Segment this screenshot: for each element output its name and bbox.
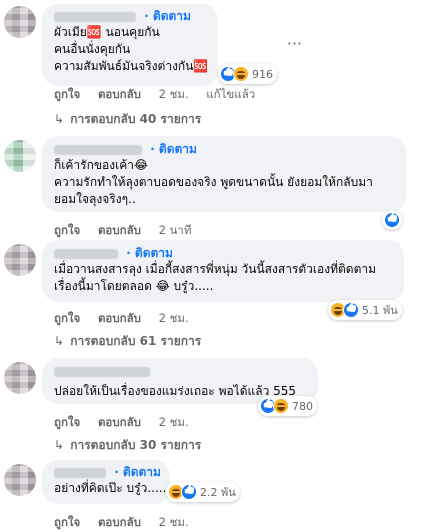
like-icon xyxy=(384,212,400,228)
timestamp[interactable]: 2 ชม. xyxy=(159,415,189,429)
view-replies-link[interactable]: ↳ การตอบกลับ 40 รายการ xyxy=(54,110,201,129)
replies-label: การตอบกลับ 30 รายการ xyxy=(70,438,202,452)
like-icon xyxy=(181,484,197,500)
author-row: · ติดตาม xyxy=(54,245,392,261)
comment-line: ก็เค้ารักของเค้า😂 xyxy=(54,158,149,172)
reply-arrow-icon: ↳ xyxy=(54,334,65,348)
comment-actions: ถูกใจ ตอบกลับ 2 ชม. xyxy=(54,310,203,328)
avatar[interactable] xyxy=(4,464,36,496)
author-name-redacted[interactable] xyxy=(54,11,136,22)
comment-line: คนอื่นนั่งคุยกัน xyxy=(54,42,131,56)
comment-actions: ถูกใจ ตอบกลับ 2 ชม. xyxy=(54,514,203,532)
reply-arrow-icon: ↳ xyxy=(54,438,65,452)
comment-actions: ถูกใจ ตอบกลับ 2 นาที xyxy=(54,222,205,240)
like-icon xyxy=(343,302,359,318)
author-row xyxy=(54,363,306,379)
haha-icon xyxy=(273,398,289,414)
author-name-redacted[interactable] xyxy=(54,366,150,377)
avatar[interactable] xyxy=(4,140,36,172)
edited-label: แก้ไขแล้ว xyxy=(206,87,256,101)
reaction-count: 5.1 พัน xyxy=(362,304,398,317)
reaction-summary[interactable] xyxy=(382,210,402,230)
view-replies-link[interactable]: ↳ การตอบกลับ 30 รายการ xyxy=(54,436,201,455)
comment-line: เมื่อวานสงสารลุง เมื่อกี้สงสารพี่หนุ่ม ว… xyxy=(54,262,377,276)
comment-actions: ถูกใจ ตอบกลับ 2 ชม. xyxy=(54,414,203,432)
author-name-redacted[interactable] xyxy=(54,144,142,155)
author-name-redacted[interactable] xyxy=(54,248,118,259)
author-name-redacted[interactable] xyxy=(54,467,106,478)
avatar[interactable] xyxy=(4,362,36,394)
replies-label: การตอบกลับ 61 รายการ xyxy=(70,334,202,348)
reaction-summary[interactable]: 5.1 พัน xyxy=(328,300,402,320)
avatar[interactable] xyxy=(4,6,36,38)
view-replies-link[interactable]: ↳ การตอบกลับ 61 รายการ xyxy=(54,332,201,351)
haha-icon xyxy=(233,66,249,82)
reply-link[interactable]: ตอบกลับ xyxy=(98,311,141,325)
reply-link[interactable]: ตอบกลับ xyxy=(98,515,141,529)
comment-bubble: · ติดตาม ผัวเมีย🆘 นอนคุยกัน คนอื่นนั่งคุ… xyxy=(42,4,218,86)
replies-label: การตอบกลับ 40 รายการ xyxy=(70,112,202,126)
follow-button[interactable]: · ติดตาม xyxy=(144,9,191,23)
like-link[interactable]: ถูกใจ xyxy=(54,223,80,237)
avatar[interactable] xyxy=(4,244,36,276)
follow-button[interactable]: · ติดตาม xyxy=(114,465,161,479)
reaction-count: 2.2 พัน xyxy=(200,486,236,499)
comment-line: ยอมใจลุงจริงๆ.. xyxy=(54,192,136,206)
author-row: · ติดตาม xyxy=(54,141,394,157)
comment-bubble: · ติดตาม อย่างที่คิดเป๊ะ บรู๋ว..... xyxy=(42,460,170,504)
timestamp[interactable]: 2 ชม. xyxy=(159,515,189,529)
timestamp[interactable]: 2 ชม. xyxy=(159,87,189,101)
reply-arrow-icon: ↳ xyxy=(54,112,65,126)
reaction-summary[interactable]: 780 xyxy=(258,396,317,416)
reaction-count: 916 xyxy=(252,67,273,81)
more-options-icon[interactable]: ··· xyxy=(287,34,302,53)
comment-bubble: · ติดตาม เมื่อวานสงสารลุง เมื่อกี้สงสารพ… xyxy=(42,240,404,302)
like-link[interactable]: ถูกใจ xyxy=(54,515,80,529)
reply-link[interactable]: ตอบกลับ xyxy=(98,87,141,101)
reply-link[interactable]: ตอบกลับ xyxy=(98,223,141,237)
reaction-count: 780 xyxy=(292,399,313,413)
like-link[interactable]: ถูกใจ xyxy=(54,415,80,429)
author-row: · ติดตาม xyxy=(54,8,206,24)
comment-line: อย่างที่คิดเป๊ะ บรู๋ว..... xyxy=(54,481,167,495)
timestamp[interactable]: 2 ชม. xyxy=(159,311,189,325)
like-link[interactable]: ถูกใจ xyxy=(54,311,80,325)
reply-link[interactable]: ตอบกลับ xyxy=(98,415,141,429)
reaction-summary[interactable]: 916 xyxy=(218,64,277,84)
comment-line: ความรักทำให้ลุงตาบอดของจริง พูดขนาดนั้น … xyxy=(54,175,373,189)
follow-button[interactable]: · ติดตาม xyxy=(150,142,197,156)
comment-bubble: · ติดตาม ก็เค้ารักของเค้า😂 ความรักทำให้ล… xyxy=(42,136,406,212)
comment-line: เรื่องนี้มาโดยตลอด 😂 บรู๋ว..... xyxy=(54,279,214,293)
comment-line: ความสัมพันธ์มันจริงต่างกัน🆘 xyxy=(54,59,209,73)
comment-line: ผัวเมีย🆘 นอนคุยกัน xyxy=(54,25,160,39)
timestamp[interactable]: 2 นาที xyxy=(159,223,192,237)
reaction-summary[interactable]: 2.2 พัน xyxy=(166,482,240,502)
author-row: · ติดตาม xyxy=(54,464,161,480)
like-link[interactable]: ถูกใจ xyxy=(54,87,80,101)
comment-actions: ถูกใจ ตอบกลับ 2 ชม. แก้ไขแล้ว xyxy=(54,86,269,104)
follow-button[interactable]: · ติดตาม xyxy=(126,246,173,260)
